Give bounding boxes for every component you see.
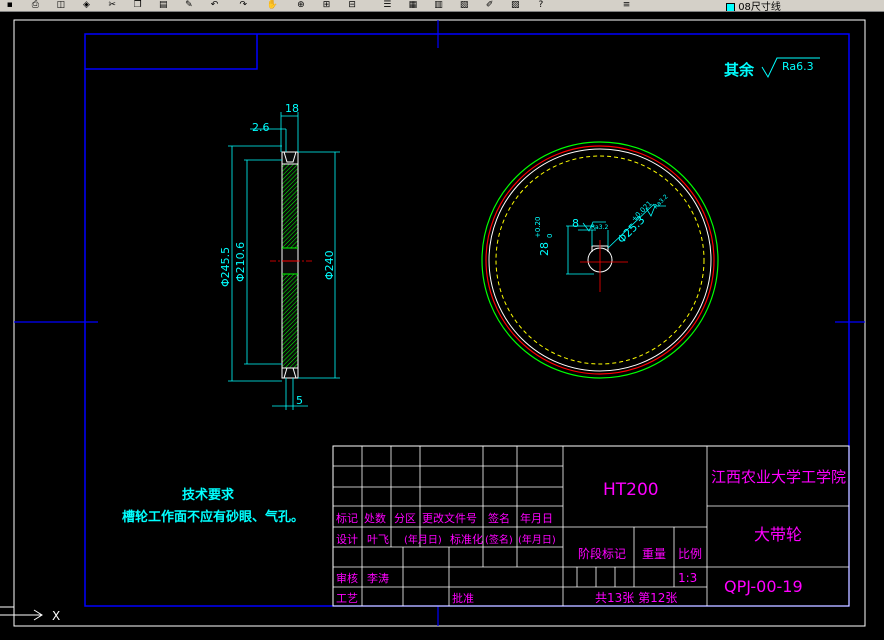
title-block: HT200 江西农业大学工学院 大带轮 QPJ-00-19 标记 处数 分区 更… <box>332 445 850 607</box>
publish-icon[interactable]: ◈ <box>80 0 93 11</box>
zoom-previous-icon[interactable]: ⊟ <box>346 0 359 11</box>
weight-label: 重量 <box>642 547 666 561</box>
dim-8: 8 <box>572 217 579 230</box>
scale-label: 比例 <box>678 547 702 561</box>
hdr-mark: 标记 <box>336 511 358 525</box>
paste-icon[interactable]: ▤ <box>157 0 170 11</box>
stage-mark: 阶段标记 <box>578 546 626 561</box>
calc-icon[interactable]: ▨ <box>509 0 522 11</box>
copy-icon[interactable]: ❐ <box>131 0 144 11</box>
roughness-value: Ra6.3 <box>782 60 814 73</box>
sheet-count: 共13张 第12张 <box>595 591 677 605</box>
code-box <box>85 34 258 70</box>
match-icon[interactable]: ✎ <box>182 0 195 11</box>
hdr-change-doc: 更改文件号 <box>422 511 477 525</box>
design-center-icon[interactable]: ▦ <box>406 0 419 11</box>
tech-req-title: 技术要求 <box>182 487 235 503</box>
drawing-svg: 其余 Ra6.3 18 2.6 Φ245.5 Φ210.6 Φ240 5 8 R… <box>0 19 866 627</box>
properties-icon[interactable]: ☰ <box>381 0 394 11</box>
material: HT200 <box>603 480 659 500</box>
part-name: 大带轮 <box>754 525 802 544</box>
undo-icon[interactable]: ↶ <box>208 0 221 11</box>
dim-18: 18 <box>285 102 299 115</box>
markup-icon[interactable]: ✐ <box>483 0 496 11</box>
zoom-window-icon[interactable]: ⊞ <box>320 0 333 11</box>
pan-icon[interactable]: ✋ <box>266 0 279 11</box>
roughness-prefix: 其余 <box>724 61 755 79</box>
std-sign: (签名) <box>485 533 513 546</box>
dim-dia-245-5: Φ245.5 <box>219 247 232 287</box>
dim-28-upper: +0.20 <box>534 217 542 238</box>
dim-dia-210-6: Φ210.6 <box>234 242 247 282</box>
drawing-canvas[interactable]: 其余 Ra6.3 18 2.6 Φ245.5 Φ210.6 Φ240 5 8 R… <box>0 12 884 636</box>
lower-hatch <box>281 273 299 369</box>
craft-label: 工艺 <box>336 592 358 605</box>
layer-color-swatch <box>726 2 735 11</box>
std-date: (年月日) <box>518 533 556 546</box>
drawing-number: QPJ-00-19 <box>724 577 803 596</box>
redo-icon[interactable]: ↷ <box>237 0 250 11</box>
dim-28-lower: 0 <box>546 234 554 238</box>
hdr-zone: 分区 <box>394 512 416 525</box>
review-label: 审核 <box>336 571 358 585</box>
reviewer: 李涛 <box>367 571 389 585</box>
standard-toolbar: 08尺寸线 ▪ ⎙ ◫ ◈ ✂ ❐ ▤ ✎ ↶ ↷ ✋ ⊕ ⊞ ⊟ ☰ ▦ ▥ ▧ ✐ ▨? ≡ <box>0 0 884 12</box>
sheet-set-icon[interactable]: ▧ <box>458 0 471 11</box>
hdr-sign: 签名 <box>488 511 510 525</box>
approve-label: 批准 <box>452 591 474 605</box>
scale-value: 1:3 <box>678 571 697 585</box>
tech-req-text: 槽轮工作面不应有砂眼、气孔。 <box>122 509 304 525</box>
layer-dropdown[interactable]: 08尺寸线 <box>726 0 781 12</box>
section-view <box>270 151 312 379</box>
front-view <box>481 141 719 379</box>
preview-icon[interactable]: ◫ <box>54 0 67 11</box>
design-label: 设计 <box>336 533 358 546</box>
ucs-icon <box>0 606 43 621</box>
designer: 叶飞 <box>367 533 389 546</box>
keyway-ra: Ra3.2 <box>591 224 608 231</box>
layer-icon[interactable]: ≡ <box>620 0 633 11</box>
standardize-label: 标准化 <box>450 532 483 546</box>
zoom-realtime-icon[interactable]: ⊕ <box>294 0 307 11</box>
tool-palette-icon[interactable]: ▥ <box>432 0 445 11</box>
help-icon[interactable]: ? <box>534 0 547 11</box>
school-name: 江西农业大学工学院 <box>711 468 846 486</box>
hdr-date: 年月日 <box>520 511 553 525</box>
bore-ra: Ra3.2 <box>652 193 669 210</box>
ucs-x-label: X <box>52 609 60 623</box>
dim-28: 28 <box>538 242 551 256</box>
dim-5: 5 <box>296 394 303 407</box>
dim-2-6: 2.6 <box>252 121 270 134</box>
save-icon[interactable]: ▪ <box>3 0 16 11</box>
cut-icon[interactable]: ✂ <box>106 0 119 11</box>
print-icon[interactable]: ⎙ <box>29 0 42 11</box>
design-date: (年月日) <box>404 533 442 546</box>
upper-hatch <box>281 163 299 249</box>
hdr-count: 处数 <box>364 512 386 525</box>
dim-dia-240: Φ240 <box>323 250 336 280</box>
layer-name: 08尺寸线 <box>738 2 781 12</box>
